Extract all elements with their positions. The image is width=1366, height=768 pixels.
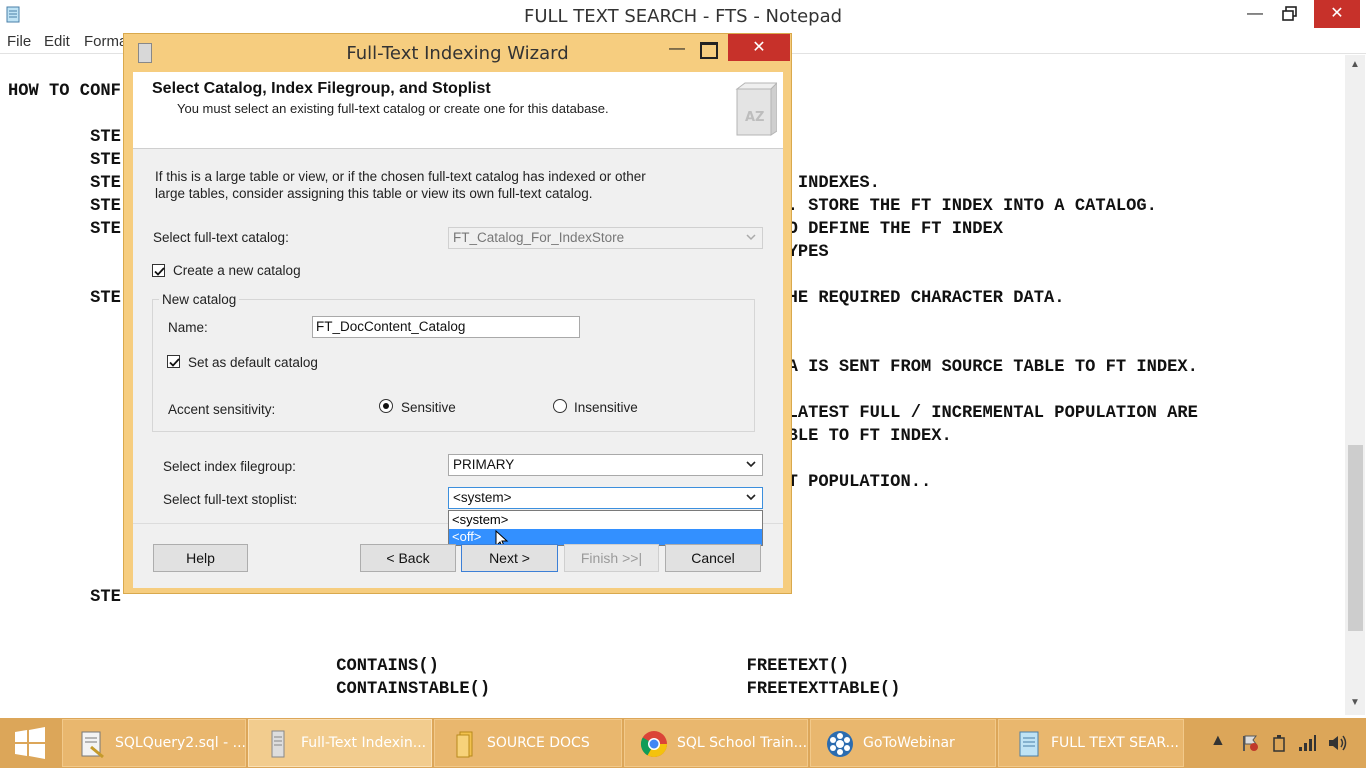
menu-edit[interactable]: Edit <box>44 33 70 50</box>
volume-icon[interactable] <box>1327 733 1349 753</box>
intro-text-line-2: large tables, consider assigning this ta… <box>155 186 593 201</box>
show-hidden-icons-icon[interactable]: ▲ <box>1210 732 1226 750</box>
accent-sensitivity-label: Accent sensitivity: <box>168 402 276 417</box>
sensitive-radio[interactable] <box>379 399 393 413</box>
chevron-down-icon <box>746 494 756 501</box>
sensitive-label: Sensitive <box>401 400 456 415</box>
catalog-name-value: FT_DocContent_Catalog <box>316 319 466 334</box>
taskbar: SQLQuery2.sql - ... Full-Text Indexin...… <box>0 718 1366 768</box>
notepad-title-bar: FULL TEXT SEARCH - FTS - Notepad — ✕ <box>0 0 1366 30</box>
finish-button[interactable]: Finish >>| <box>564 544 659 572</box>
chevron-down-icon <box>746 234 756 241</box>
back-button-label: < Back <box>386 550 430 566</box>
taskbar-label: FULL TEXT SEAR... <box>1051 735 1179 751</box>
checkmark-icon <box>169 358 180 367</box>
svg-text:AZ: AZ <box>745 110 765 125</box>
insensitive-radio[interactable] <box>553 399 567 413</box>
stoplist-select-value: <system> <box>453 490 512 505</box>
intro-text-line-1: If this is a large table or view, or if … <box>155 169 646 184</box>
next-button[interactable]: Next > <box>461 544 558 572</box>
catalog-select[interactable]: FT_Catalog_For_IndexStore <box>448 227 763 249</box>
wizard-close-icon[interactable]: ✕ <box>728 34 790 61</box>
wizard-title: Full-Text Indexing Wizard <box>346 43 569 64</box>
filegroup-select[interactable]: PRIMARY <box>448 454 763 476</box>
action-center-flag-icon[interactable] <box>1240 734 1260 752</box>
finish-button-label: Finish >>| <box>580 550 643 566</box>
windows-start-icon[interactable] <box>0 718 60 768</box>
stoplist-option-system[interactable]: <system> <box>449 512 762 528</box>
stoplist-label: Select full-text stoplist: <box>163 492 298 507</box>
taskbar-item-source-docs[interactable]: SOURCE DOCS <box>434 719 622 767</box>
wizard-minimize-icon[interactable]: — <box>666 40 688 62</box>
back-button[interactable]: < Back <box>360 544 456 572</box>
scrollbar-thumb[interactable] <box>1348 445 1363 631</box>
chrome-icon <box>640 731 668 758</box>
checkmark-icon <box>154 267 165 276</box>
filegroup-label: Select index filegroup: <box>163 459 296 474</box>
name-label: Name: <box>168 320 208 335</box>
power-icon[interactable] <box>1269 733 1289 753</box>
taskbar-item-sqlquery[interactable]: SQLQuery2.sql - ... <box>62 719 246 767</box>
folder-icon <box>456 731 473 758</box>
wizard-page-subtitle: You must select an existing full-text ca… <box>177 101 609 116</box>
restore-icon[interactable] <box>1270 0 1310 28</box>
catalog-name-input[interactable]: FT_DocContent_Catalog <box>312 316 580 338</box>
taskbar-item-chrome[interactable]: SQL School Train... <box>624 719 808 767</box>
notepad-window-title: FULL TEXT SEARCH - FTS - Notepad <box>523 6 843 27</box>
new-catalog-group-label: New catalog <box>159 292 240 307</box>
next-button-label: Next > <box>489 550 530 566</box>
taskbar-label: Full-Text Indexin... <box>301 735 427 751</box>
taskbar-item-gotowebinar[interactable]: GoToWebinar <box>810 719 996 767</box>
catalog-select-value: FT_Catalog_For_IndexStore <box>453 230 625 245</box>
set-default-catalog-label: Set as default catalog <box>188 355 318 370</box>
notepad-icon <box>1019 731 1039 757</box>
minimize-icon[interactable]: — <box>1235 0 1275 28</box>
wizard-header: Select Catalog, Index Filegroup, and Sto… <box>133 72 783 149</box>
taskbar-label: GoToWebinar <box>863 735 955 751</box>
gotowebinar-icon <box>827 731 853 757</box>
radio-selected-dot <box>383 403 389 409</box>
vertical-scrollbar[interactable]: ▲ ▼ <box>1345 55 1365 715</box>
insensitive-label: Insensitive <box>574 400 638 415</box>
catalog-label: Select full-text catalog: <box>153 230 289 245</box>
scroll-down-icon[interactable]: ▼ <box>1345 697 1365 708</box>
cancel-button[interactable]: Cancel <box>665 544 761 572</box>
create-new-catalog-checkbox[interactable] <box>152 264 165 277</box>
cancel-button-label: Cancel <box>691 550 735 566</box>
stoplist-select[interactable]: <system> <box>448 487 763 509</box>
wizard-page-title: Select Catalog, Index Filegroup, and Sto… <box>152 80 491 97</box>
wizard-icon <box>271 730 285 758</box>
set-default-catalog-checkbox[interactable] <box>167 355 180 368</box>
help-button[interactable]: Help <box>153 544 248 572</box>
taskbar-label: SOURCE DOCS <box>487 735 590 751</box>
wizard-title-bar: Full-Text Indexing Wizard — ✕ <box>124 34 791 72</box>
taskbar-item-notepad[interactable]: FULL TEXT SEAR... <box>998 719 1184 767</box>
chevron-down-icon <box>746 461 756 468</box>
close-icon[interactable]: ✕ <box>1314 0 1360 28</box>
taskbar-label: SQLQuery2.sql - ... <box>115 735 246 751</box>
taskbar-item-fulltext-wizard[interactable]: Full-Text Indexin... <box>248 719 432 767</box>
catalog-book-icon: AZ <box>735 82 777 136</box>
help-button-label: Help <box>186 550 215 566</box>
menu-file[interactable]: File <box>7 33 31 50</box>
scroll-up-icon[interactable]: ▲ <box>1345 59 1365 70</box>
wizard-maximize-icon[interactable] <box>700 42 718 59</box>
sql-query-icon <box>81 731 104 759</box>
filegroup-select-value: PRIMARY <box>453 457 515 472</box>
create-new-catalog-label: Create a new catalog <box>173 263 301 278</box>
taskbar-label: SQL School Train... <box>677 735 808 751</box>
network-signal-icon[interactable] <box>1297 733 1317 753</box>
